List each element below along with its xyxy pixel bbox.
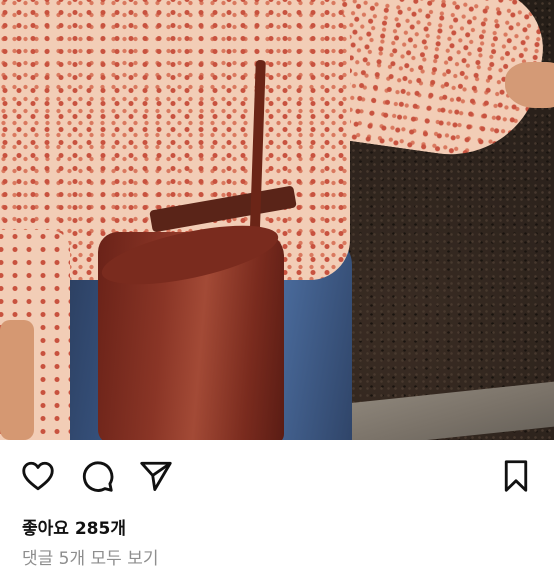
comment-button[interactable]	[77, 456, 117, 496]
likes-count[interactable]: 좋아요 285개	[22, 514, 126, 539]
like-button[interactable]	[18, 456, 58, 496]
bookmark-icon	[504, 460, 528, 492]
photo-arm	[0, 320, 34, 440]
post-photo[interactable]	[0, 0, 554, 440]
share-button[interactable]	[136, 456, 176, 496]
comment-bubble-icon	[82, 461, 114, 492]
send-paper-plane-icon	[140, 461, 172, 491]
post-action-bar	[0, 440, 554, 512]
heart-icon	[22, 461, 54, 491]
view-all-comments-link[interactable]: 댓글 5개 모두 보기	[22, 544, 159, 569]
save-button[interactable]	[496, 456, 536, 496]
